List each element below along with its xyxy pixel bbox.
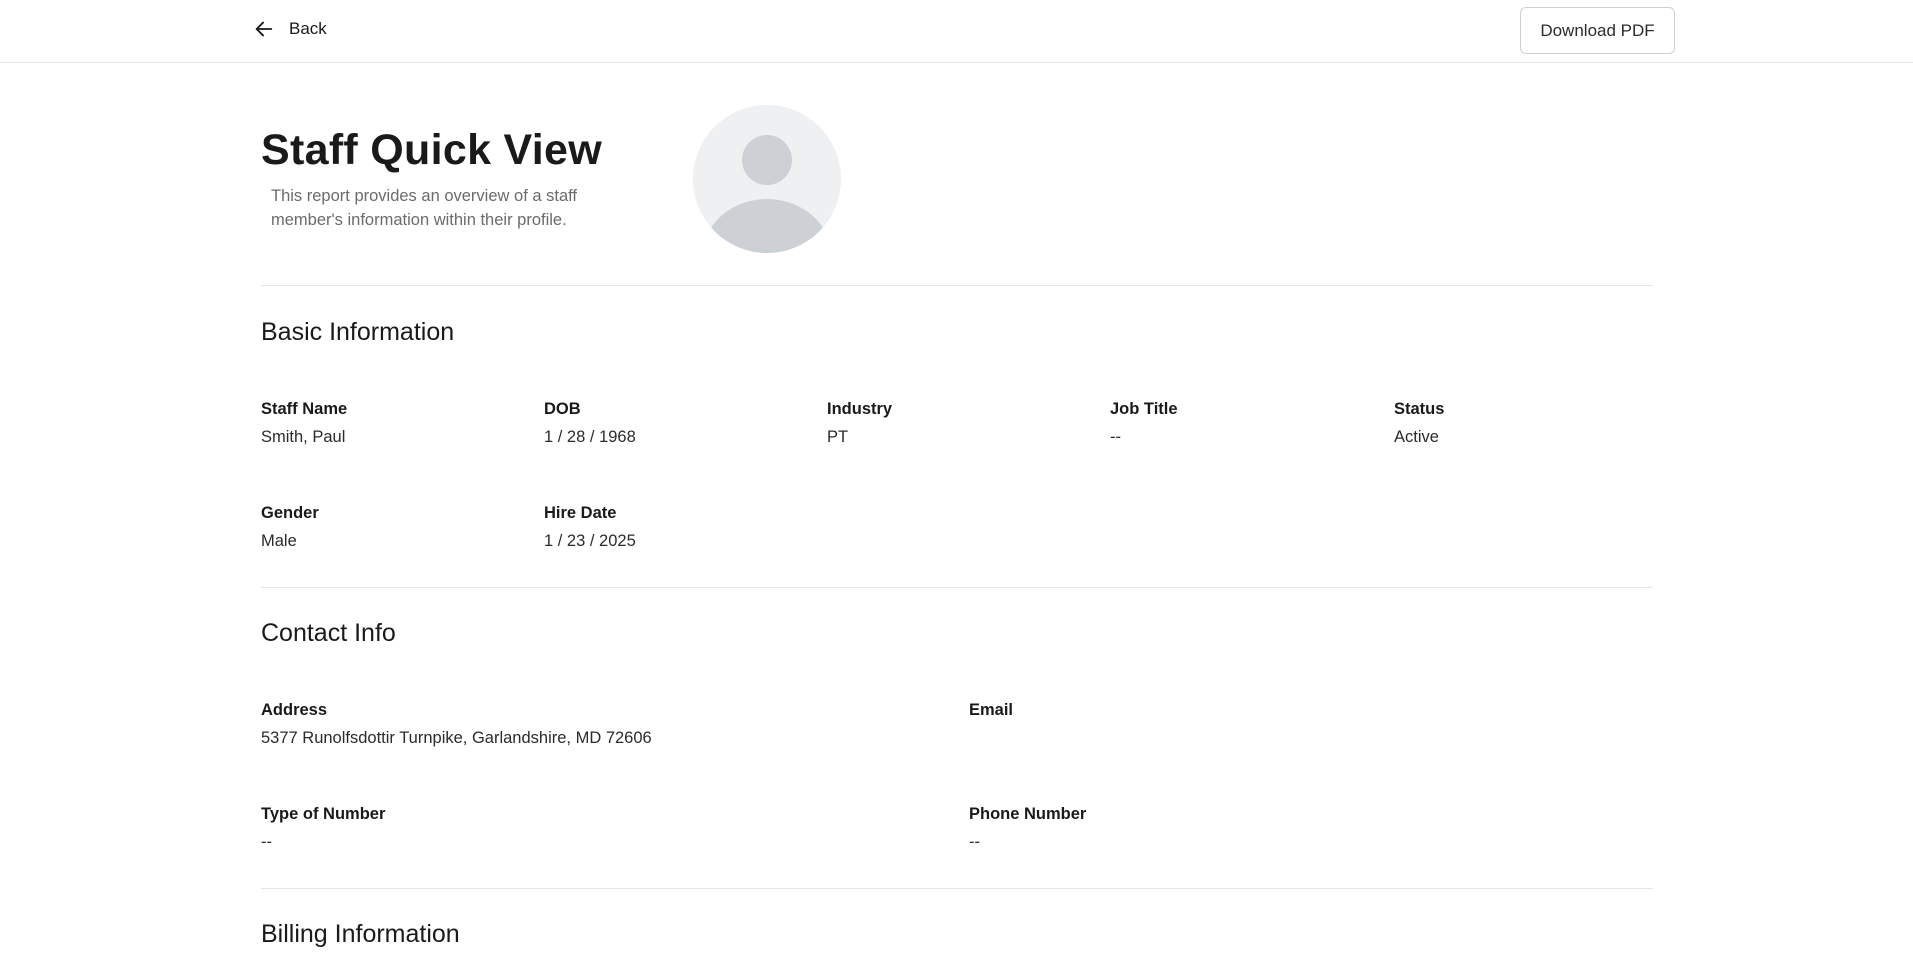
field-label: Type of Number xyxy=(261,805,386,823)
field-dob: DOB 1 / 28 / 1968 xyxy=(544,400,636,447)
field-value: 1 / 28 / 1968 xyxy=(544,428,636,446)
field-hire-date: Hire Date 1 / 23 / 2025 xyxy=(544,504,636,551)
field-value: Male xyxy=(261,532,297,550)
field-phone-number: Phone Number -- xyxy=(969,805,1086,852)
field-label: Phone Number xyxy=(969,805,1087,823)
field-value: Smith, Paul xyxy=(261,428,346,446)
field-job-title: Job Title -- xyxy=(1110,400,1178,447)
field-value: -- xyxy=(1110,428,1121,446)
back-label: Back xyxy=(289,19,327,38)
field-staff-name: Staff Name Smith, Paul xyxy=(261,400,347,447)
divider xyxy=(261,587,1653,588)
field-label: Job Title xyxy=(1110,400,1178,418)
basic-information-heading: Basic Information xyxy=(261,318,455,346)
field-industry: Industry PT xyxy=(827,400,892,447)
field-label: Status xyxy=(1394,400,1445,418)
back-button[interactable]: Back xyxy=(253,18,327,40)
field-label: Gender xyxy=(261,504,319,522)
download-pdf-button[interactable]: Download PDF xyxy=(1520,7,1675,54)
user-placeholder-icon xyxy=(693,105,841,253)
field-status: Status Active xyxy=(1394,400,1444,447)
field-value: PT xyxy=(827,428,849,446)
contact-info-heading: Contact Info xyxy=(261,619,396,647)
field-label: DOB xyxy=(544,400,581,418)
page-subtitle: This report provides an overview of a st… xyxy=(271,187,578,229)
field-label: Staff Name xyxy=(261,400,348,418)
field-value: 1 / 23 / 2025 xyxy=(544,532,636,550)
field-type-of-number: Type of Number -- xyxy=(261,805,385,852)
field-value: -- xyxy=(969,833,980,851)
field-label: Email xyxy=(969,701,1014,719)
field-gender: Gender Male xyxy=(261,504,319,551)
field-value: 5377 Runolfsdottir Turnpike, Garlandshir… xyxy=(261,729,652,747)
page-title: Staff Quick View xyxy=(261,126,602,174)
field-label: Industry xyxy=(827,400,893,418)
field-address: Address 5377 Runolfsdottir Turnpike, Gar… xyxy=(261,701,652,748)
divider xyxy=(261,285,1653,286)
divider xyxy=(261,888,1653,889)
field-value: -- xyxy=(261,833,272,851)
field-value: Active xyxy=(1394,428,1439,446)
top-bar: Back Download PDF xyxy=(0,0,1913,63)
field-label: Hire Date xyxy=(544,504,617,522)
field-label: Address xyxy=(261,701,328,719)
billing-information-heading: Billing Information xyxy=(261,920,460,948)
field-email: Email xyxy=(969,701,1013,729)
arrow-left-icon xyxy=(255,21,273,37)
avatar xyxy=(693,105,841,253)
